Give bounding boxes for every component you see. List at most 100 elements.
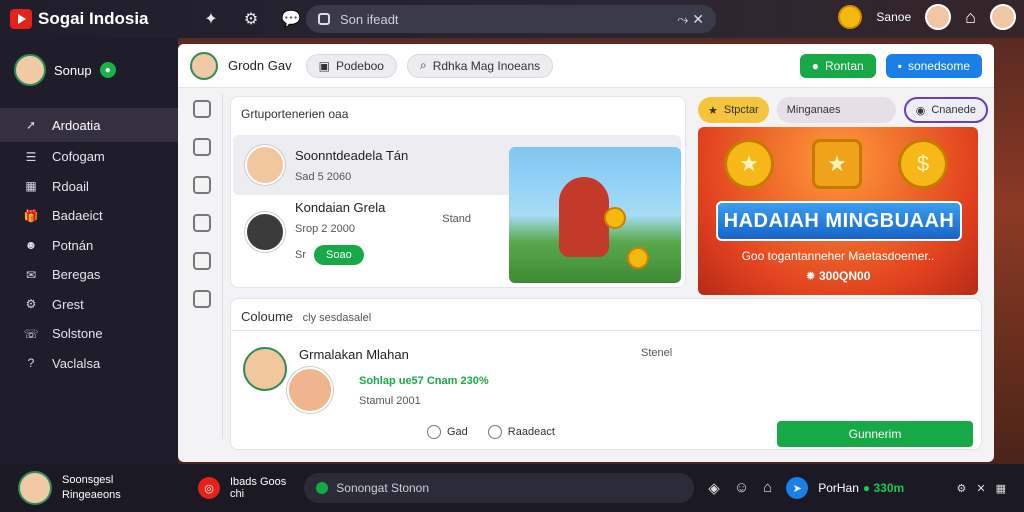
sidebar-profile[interactable]: Sonup ● [0,38,178,96]
pin-icon[interactable]: ◈ [708,479,720,497]
game-icon[interactable] [193,214,211,232]
status-line2: chi [230,488,245,500]
avatar [245,212,285,252]
globe-icon[interactable] [193,176,211,194]
status-dot-icon [316,482,329,494]
avatar[interactable] [925,4,952,30]
user-line1: Soonsgesl [62,473,114,486]
brand-name: Sogai Indosia [38,9,149,28]
online-icon: ● [99,62,116,78]
record-icon[interactable]: ◎ [198,477,220,499]
promo-description: Goo togantanneher Maetasdoemer.. [741,249,935,263]
sidebar: Sonup ● ➚ Ardoatia ☰ Cofogam ▦ Rdoail 🎁 Badae… [0,38,178,464]
bottom-icons: ◈ ☺ ⌂ [708,479,772,497]
tab-cnanede[interactable]: ◉ Cnanede [903,97,988,123]
status-line1: Ibads Goos [230,475,287,488]
balance-amount: 330m [873,481,905,495]
tab-minganaes[interactable]: Minganaes [776,97,896,123]
gear-icon[interactable]: ⚙ [240,8,262,30]
search-bar[interactable]: ⤳ ✕ [306,5,716,33]
chat-input-wrap [304,473,695,503]
shuffle-icon[interactable]: ⤳ ✕ [677,11,704,28]
avatar [287,367,333,413]
settings-icon: ⚙ [25,297,37,312]
friend-action-button[interactable]: Soao [314,244,364,265]
gift-icon: 🎁 [23,208,39,223]
green-action-button[interactable]: ● Rontan [799,53,876,78]
gunnerim-button[interactable]: Gunnerim [777,421,973,447]
raadeact-link[interactable]: Raadeact [487,425,555,439]
dollar-coin-icon: $ [898,139,948,189]
play-logo-icon [10,9,32,29]
puzzle-icon[interactable]: ✦ [200,8,222,30]
sidebar-item[interactable]: ✉ Beregas [0,260,178,290]
edit-icon [487,425,502,439]
card-title: Grtuportenerien oaa [241,107,349,121]
home-icon[interactable]: ⌂ [965,7,976,28]
sidebar-item-active[interactable]: ➚ Ardoatia [0,108,178,142]
gad-link[interactable]: Gad [427,425,468,439]
sidebar-item-label: Rdoail [52,178,89,194]
sidebar-item[interactable]: ☏ Solstone [0,319,178,349]
chat-bubble-icon[interactable]: 💬 [280,8,302,30]
phone-icon: ☏ [23,326,39,341]
balance: PorHan ● 330m [818,481,904,495]
link-label: Gad [447,426,468,438]
game-thumbnail[interactable] [509,147,681,283]
avatar [245,145,285,185]
coin-label: Sanoe [876,10,912,24]
sidebar-item[interactable]: ☰ Cofogam [0,142,178,172]
avatar [18,471,52,505]
meta-label: Sr [295,248,306,261]
send-icon[interactable]: ➤ [786,477,809,499]
profile-avatar[interactable] [990,4,1016,30]
button-label: Rontan [824,58,864,73]
avatar[interactable] [190,51,218,80]
sidebar-item[interactable]: ? Vaclalsa [0,349,178,379]
info-icon[interactable] [193,290,211,308]
brand[interactable]: Sogai Indosia [10,9,190,29]
friend-name: Kondaian Grela [295,199,386,215]
tab-label: Minganaes [786,104,841,116]
book-icon[interactable] [193,100,211,118]
sidebar-item-label: Solstone [52,326,103,342]
user-text: Soonsgesl Ringeaeons [62,473,121,504]
grid-icon[interactable]: ▦ [996,482,1006,495]
friends-card: Grtuportenerien oaa Soonntdeadela Tán Sa… [230,96,686,288]
settings-icon[interactable]: ⚙ [957,482,967,495]
clock-icon [427,425,441,439]
sidebar-item[interactable]: ▦ Rdoail [0,172,178,202]
blue-action-button[interactable]: ▪ sonedsome [885,53,982,78]
bottom-user[interactable]: Soonsgesl Ringeaeons [18,471,198,505]
main-panel: Grodn Gav ▣ Podeboo ⌕ Rdhka Mag Inoeans … [178,44,994,462]
pill-button-two[interactable]: ⌕ Rdhka Mag Inoeans [406,53,554,78]
bookmark-icon[interactable] [193,138,211,156]
sidebar-item[interactable]: ☻ Potnán [0,231,178,261]
sidebar-item[interactable]: ⚙ Grest [0,290,178,320]
promo-tabs: ★ Stpctar Minganaes ◉ Cnanede [698,96,988,124]
friend-actions: Sr Soao [295,244,385,265]
sidebar-item-label: Beregas [52,267,101,283]
pill-button-one[interactable]: ▣ Podeboo [305,53,397,78]
emoji-icon[interactable]: ☺ [734,479,749,497]
close-icon[interactable]: ✕ [976,482,985,495]
search-icon: ⌕ [419,58,427,72]
tab-label: Stpctar [723,104,759,116]
square-icon: ▪ [897,58,902,73]
coin-icon[interactable] [838,5,863,29]
avatar [243,347,287,391]
calendar-icon[interactable] [193,252,211,270]
avatar [14,54,46,86]
list-icon: ☰ [25,149,37,164]
store-icon[interactable]: ⌂ [763,479,772,497]
search-input[interactable] [340,11,668,27]
promo-banner-card[interactable]: ★ ★ $ HADAIAH MINGBUAAH Goo togantannehe… [698,127,978,295]
coin-icon [604,207,626,229]
sidebar-item[interactable]: 🎁 Badaeict [0,201,178,231]
user-line2: Ringeaeons [62,489,121,501]
rocket-icon: ➚ [25,118,37,132]
chat-input[interactable] [336,481,683,495]
profile-name: Sonup [54,62,92,78]
top-icons: ✦ ⚙ 💬 [200,8,302,30]
tab-stpctar[interactable]: ★ Stpctar [698,97,769,123]
